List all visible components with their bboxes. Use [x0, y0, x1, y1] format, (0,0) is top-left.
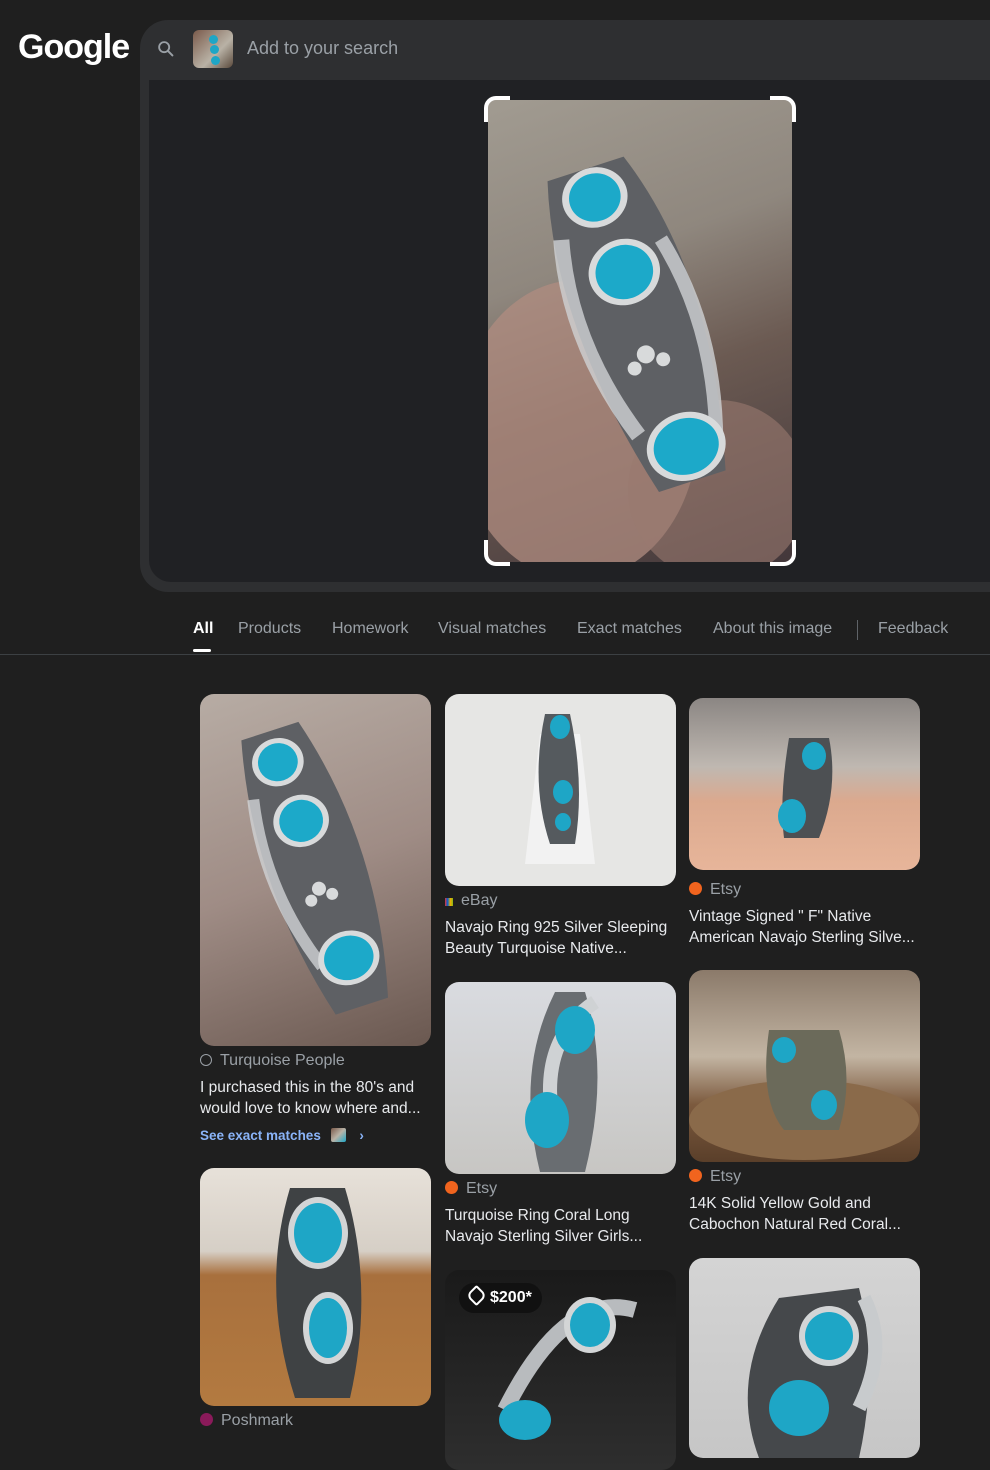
result-title[interactable]: Navajo Ring 925 Silver Sleeping Beauty T…	[445, 917, 677, 959]
result-source: Turquoise People	[200, 1052, 345, 1070]
tab-feedback[interactable]: Feedback	[878, 620, 948, 638]
price-tag-icon	[465, 1284, 488, 1307]
tab-visual-matches[interactable]: Visual matches	[438, 620, 546, 638]
result-image[interactable]	[445, 694, 676, 886]
search-icon[interactable]	[155, 38, 177, 60]
search-input[interactable]: Add to your search	[247, 38, 398, 59]
result-title[interactable]: Turquoise Ring Coral Long Navajo Sterlin…	[445, 1205, 677, 1247]
result-source: Etsy	[445, 1180, 497, 1198]
tab-products[interactable]: Products	[238, 620, 301, 638]
ebay-icon	[445, 898, 453, 906]
result-image[interactable]	[689, 698, 920, 870]
result-title[interactable]: Vintage Signed " F" Native American Nava…	[689, 906, 921, 948]
etsy-icon	[689, 882, 702, 895]
query-image-thumbnail[interactable]	[193, 30, 233, 68]
etsy-icon	[445, 1181, 458, 1194]
tab-divider	[857, 620, 858, 640]
result-source: Etsy	[689, 881, 741, 899]
poshmark-icon	[200, 1413, 213, 1426]
result-title[interactable]: I purchased this in the 80's and would l…	[200, 1077, 432, 1119]
crop-corner-top-right[interactable]	[770, 96, 796, 122]
result-source: eBay	[445, 892, 497, 910]
result-source: Poshmark	[200, 1412, 293, 1430]
tab-exact-matches[interactable]: Exact matches	[577, 620, 682, 638]
crop-corner-bottom-right[interactable]	[770, 540, 796, 566]
globe-icon	[200, 1054, 212, 1066]
chevron-right-icon: ›	[359, 1128, 364, 1143]
results-tabs: All Products Homework Visual matches Exa…	[0, 612, 990, 655]
result-image[interactable]	[200, 1168, 431, 1406]
crop-corner-bottom-left[interactable]	[484, 540, 510, 566]
etsy-icon	[689, 1169, 702, 1182]
see-exact-matches-link[interactable]: See exact matches ›	[200, 1128, 364, 1143]
result-title[interactable]: 14K Solid Yellow Gold and Cabochon Natur…	[689, 1193, 921, 1235]
crop-corner-top-left[interactable]	[484, 96, 510, 122]
result-image[interactable]	[200, 694, 431, 1046]
query-photo	[488, 100, 792, 562]
tab-about-this-image[interactable]: About this image	[713, 620, 832, 638]
result-image[interactable]	[445, 982, 676, 1174]
active-tab-indicator	[193, 649, 211, 652]
result-image[interactable]	[689, 1258, 920, 1458]
tab-homework[interactable]: Homework	[332, 620, 408, 638]
result-image[interactable]	[689, 970, 920, 1162]
result-source: Etsy	[689, 1168, 741, 1186]
price-badge: $200*	[459, 1283, 542, 1313]
image-thumbnail-icon	[330, 1128, 346, 1142]
google-logo[interactable]: Google	[18, 28, 130, 67]
tab-all[interactable]: All	[193, 620, 213, 638]
